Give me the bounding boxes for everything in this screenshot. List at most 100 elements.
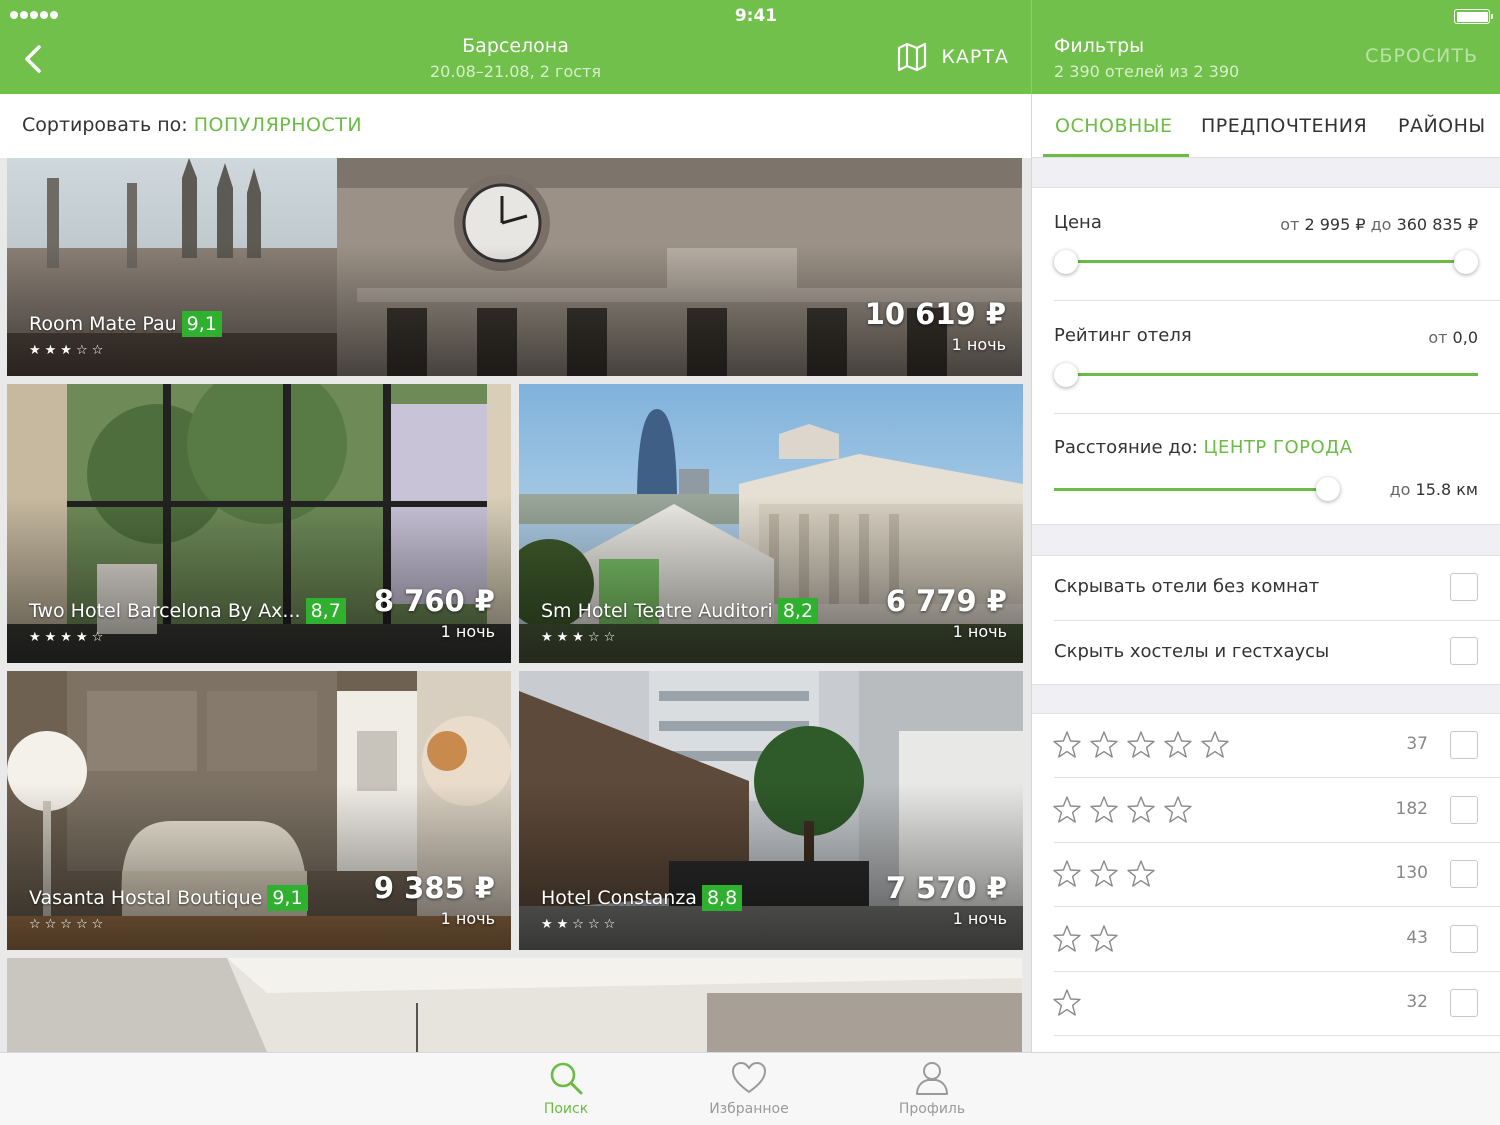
star-outline-icon: [1053, 989, 1081, 1016]
option-hide-hostels[interactable]: Скрыть хостелы и гестхаусы: [1054, 641, 1478, 671]
distance-slider-track[interactable]: [1054, 488, 1330, 491]
star-outline-icon: [1053, 924, 1081, 952]
distance-to-word: до: [1389, 480, 1411, 499]
price-period: 1 ночь: [952, 909, 1007, 928]
heart-icon: [731, 1061, 767, 1094]
active-tab-indicator: [1043, 154, 1189, 157]
tab-main[interactable]: ОСНОВНЫЕ: [1055, 115, 1173, 137]
distance-max: 15.8 км: [1415, 480, 1478, 499]
star-outline-icon: [1053, 860, 1081, 887]
price-slider-track[interactable]: [1064, 260, 1468, 263]
star-filter-count: 130: [1395, 863, 1428, 883]
star-filters: 37 182 130 43 32: [1032, 713, 1500, 1052]
sort-value[interactable]: ПОПУЛЯРНОСТИ: [194, 114, 362, 136]
star-outline-icon: [1164, 795, 1192, 823]
option-hide-no-rooms[interactable]: Скрывать отели без комнат: [1054, 576, 1478, 606]
status-bar: 9:41: [0, 0, 1500, 32]
rating-slider-knob[interactable]: [1054, 363, 1078, 387]
hotel-photo: [7, 958, 1022, 1052]
price-from-word: от: [1280, 215, 1300, 234]
option-label: Скрыть хостелы и гестхаусы: [1054, 641, 1330, 662]
map-icon: [898, 42, 927, 72]
row-divider: [1054, 620, 1500, 621]
hotel-name: Sm Hotel Teatre Auditori: [541, 600, 773, 622]
star-filter-checkbox[interactable]: [1450, 989, 1478, 1017]
range-filters: Цена от 2 995 ₽ до 360 835 ₽ Рейтинг оте…: [1032, 187, 1500, 525]
tab-profile[interactable]: Профиль: [872, 1059, 992, 1117]
hotel-card[interactable]: Room Mate Pau 9,1 ★★★☆☆ 10 619 ₽ 1 ночь: [7, 158, 1022, 376]
map-button-label: КАРТА: [941, 46, 1009, 68]
hide-hostels-checkbox[interactable]: [1450, 637, 1478, 665]
hotel-info: Vasanta Hostal Boutique 9,1 ☆☆☆☆☆: [29, 885, 308, 932]
tab-profile-label: Профиль: [898, 1101, 966, 1117]
tab-search-label: Поиск: [543, 1101, 589, 1117]
filters-panel: ОСНОВНЫЕ ПРЕДПОЧТЕНИЯ РАЙОНЫ Цена от 2 9…: [1032, 94, 1500, 1052]
rating-slider-track[interactable]: [1064, 373, 1478, 376]
hotel-info: Hotel Constanza 8,8 ★★☆☆☆: [541, 885, 743, 932]
star-filter-count: 182: [1395, 798, 1428, 819]
price-period: 1 ночь: [952, 622, 1007, 641]
filter-tabs: ОСНОВНЫЕ ПРЕДПОЧТЕНИЯ РАЙОНЫ: [1032, 94, 1500, 158]
reset-button[interactable]: СБРОСИТЬ: [1365, 45, 1478, 67]
hide-no-rooms-checkbox[interactable]: [1450, 573, 1478, 601]
rating-badge: 8,7: [305, 598, 346, 624]
price-slider-max-knob[interactable]: [1454, 250, 1478, 274]
row-divider: [1054, 1035, 1500, 1036]
sort-bar[interactable]: Сортировать по: ПОПУЛЯРНОСТИ: [0, 94, 1031, 158]
distance-target[interactable]: ЦЕНТР ГОРОДА: [1204, 437, 1353, 458]
star-filter-checkbox[interactable]: [1450, 860, 1478, 888]
hotel-card[interactable]: Sm Hotel Teatre Auditori 8,2 ★★★☆☆ 6 779…: [519, 384, 1023, 663]
hotel-price: 10 619 ₽: [864, 297, 1006, 331]
hotel-price: 7 570 ₽: [885, 871, 1007, 905]
tab-search[interactable]: Поиск: [506, 1059, 626, 1117]
distance-slider-knob[interactable]: [1316, 477, 1340, 501]
hotel-info: Two Hotel Barcelona By Ax... 8,7 ★★★★☆: [29, 598, 346, 645]
tab-preferences[interactable]: ПРЕДПОЧТЕНИЯ: [1201, 115, 1367, 137]
hotel-card[interactable]: Hotel Constanza 8,8 ★★☆☆☆ 7 570 ₽ 1 ночь: [519, 671, 1023, 950]
hotel-name: Room Mate Pau: [29, 313, 177, 335]
star-outline-icon: [1127, 731, 1155, 758]
star-filter-checkbox[interactable]: [1450, 924, 1478, 953]
map-button[interactable]: КАРТА: [897, 42, 1009, 72]
price-period: 1 ночь: [951, 335, 1006, 354]
top-bar: 9:41 Барселона 20.08–21.08, 2 гостя КАРТ…: [0, 0, 1500, 94]
star-outline-icon: [1053, 795, 1081, 823]
star-filter-count: 37: [1406, 734, 1428, 754]
hotel-name: Hotel Constanza: [541, 887, 697, 909]
star-filter-stars: [1052, 988, 1082, 1018]
row-divider: [1054, 970, 1500, 972]
battery-icon: [1454, 9, 1493, 24]
row-divider: [1054, 841, 1500, 843]
hotel-price: 6 779 ₽: [885, 584, 1007, 618]
star-filter-checkbox[interactable]: [1450, 795, 1478, 824]
tab-districts[interactable]: РАЙОНЫ: [1398, 115, 1486, 137]
price-filter: Цена от 2 995 ₽ до 360 835 ₽: [1054, 212, 1478, 292]
star-filter-stars: [1052, 795, 1193, 825]
user-icon: [916, 1062, 948, 1095]
star-filter-count: 32: [1406, 992, 1428, 1012]
rating-min: 0,0: [1452, 328, 1478, 347]
row-divider: [1054, 413, 1500, 414]
tab-favorites[interactable]: Избранное: [689, 1059, 809, 1117]
star-filter-stars: [1052, 859, 1156, 889]
star-filter-checkbox[interactable]: [1450, 731, 1478, 759]
star-outline-icon: [1127, 860, 1155, 887]
hotel-card[interactable]: [7, 958, 1022, 1052]
star-outline-icon: [1090, 860, 1118, 887]
star-outline-icon: [1201, 731, 1229, 758]
star-outline-icon: [1164, 731, 1192, 758]
price-range: от 2 995 ₽ до 360 835 ₽: [1280, 215, 1478, 234]
rating-range: от 0,0: [1428, 328, 1478, 347]
star-filter-count: 43: [1406, 927, 1428, 948]
price-block: 9 385 ₽ 1 ночь: [374, 871, 495, 928]
price-slider-min-knob[interactable]: [1054, 250, 1078, 274]
hotel-card[interactable]: Two Hotel Barcelona By Ax... 8,7 ★★★★☆ 8…: [7, 384, 511, 663]
rating-badge: 9,1: [267, 885, 308, 911]
filters-count: 2 390 отелей из 2 390: [1054, 62, 1240, 81]
tab-favorites-label: Избранное: [709, 1101, 789, 1117]
row-divider: [1054, 777, 1500, 778]
star-filter-stars: [1052, 730, 1230, 760]
hotel-list[interactable]: Room Mate Pau 9,1 ★★★☆☆ 10 619 ₽ 1 ночь: [0, 158, 1031, 1052]
distance-range: до 15.8 км: [1390, 480, 1478, 499]
hotel-card[interactable]: Vasanta Hostal Boutique 9,1 ☆☆☆☆☆ 9 385 …: [7, 671, 511, 950]
